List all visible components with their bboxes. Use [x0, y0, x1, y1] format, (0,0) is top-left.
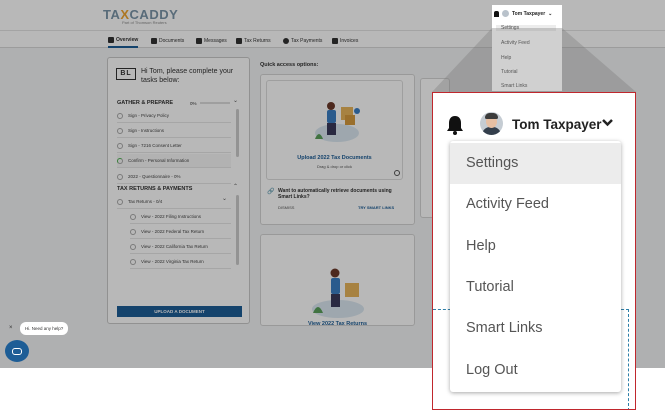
menu-item-settings[interactable]: Settings	[450, 143, 621, 184]
menu-item-help[interactable]: Help	[450, 226, 621, 267]
menu-item-tutorial[interactable]: Tutorial	[450, 267, 621, 308]
menu-item-smart-links[interactable]: Smart Links	[450, 308, 621, 349]
chevron-down-icon[interactable]	[601, 116, 614, 129]
menu-item-activity-feed[interactable]: Activity Feed	[450, 184, 621, 225]
user-name[interactable]: Tom Taxpayer	[512, 117, 602, 132]
avatar[interactable]	[480, 112, 503, 135]
screenshot-stage: TAXCADDY Part of Thomson Reuters Overvie…	[0, 0, 665, 415]
menu-item-log-out[interactable]: Log Out	[450, 350, 621, 391]
zoomed-user-menu: Tom Taxpayer Settings Activity Feed Help…	[432, 92, 636, 410]
avatar-hair	[485, 113, 498, 119]
user-menu-dropdown: Settings Activity Feed Help Tutorial Sma…	[450, 141, 621, 392]
bell-icon[interactable]	[446, 115, 464, 135]
avatar-body	[482, 127, 501, 135]
